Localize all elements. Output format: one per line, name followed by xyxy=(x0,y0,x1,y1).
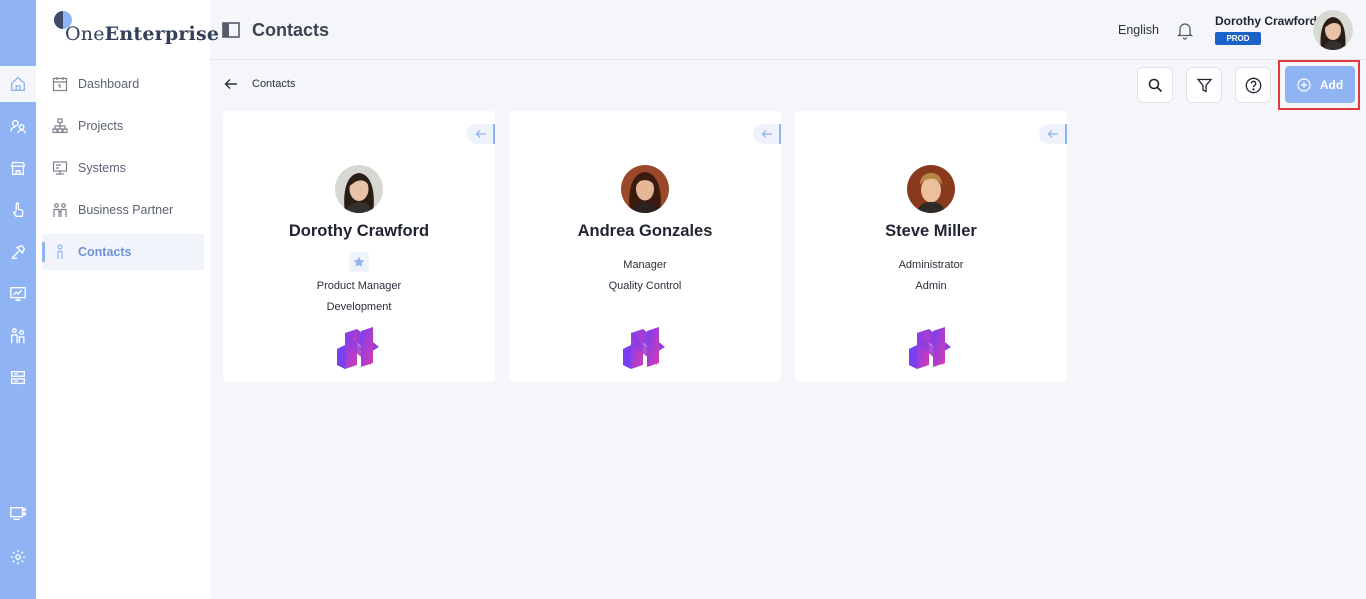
sidebar-item-projects[interactable]: Projects xyxy=(42,108,204,144)
icon-rail xyxy=(0,0,36,599)
card-collapse-button[interactable] xyxy=(753,124,781,144)
logo-text: OneEnterprise xyxy=(65,23,220,45)
rail-people-icon[interactable] xyxy=(0,318,36,354)
sidebar-item-label: Contacts xyxy=(78,245,132,259)
rail-hammer-icon[interactable] xyxy=(0,234,36,270)
calendar-icon xyxy=(52,77,68,92)
search-icon xyxy=(1148,78,1162,92)
environment-badge: PROD xyxy=(1215,32,1261,45)
sidebar: OneEnterprise Dashboard Projects Systems… xyxy=(36,0,219,599)
help-button[interactable] xyxy=(1235,67,1271,103)
sidebar-toggle-icon[interactable] xyxy=(222,22,240,38)
back-arrow-icon[interactable] xyxy=(224,77,238,91)
sidebar-item-dashboard[interactable]: Dashboard xyxy=(42,66,204,102)
contact-role: Manager xyxy=(623,259,667,271)
card-collapse-button[interactable] xyxy=(1039,124,1067,144)
filter-button[interactable] xyxy=(1186,67,1222,103)
rail-hand-icon[interactable] xyxy=(0,192,36,228)
arrow-left-icon xyxy=(761,130,772,138)
company-logo-icon xyxy=(623,327,665,369)
filter-icon xyxy=(1196,78,1212,93)
contact-avatar xyxy=(907,165,955,213)
contact-role: Administrator xyxy=(898,259,964,271)
sidebar-item-label: Dashboard xyxy=(78,77,140,91)
systems-icon xyxy=(52,161,68,175)
contact-department: Development xyxy=(326,301,392,313)
contact-department: Quality Control xyxy=(608,280,682,292)
arrow-left-icon xyxy=(1047,130,1058,138)
highlight-box xyxy=(1278,60,1360,110)
bell-icon[interactable] xyxy=(1175,20,1195,40)
sidebar-item-business-partner[interactable]: Business Partner xyxy=(42,192,204,228)
language-selector[interactable]: English xyxy=(1118,23,1159,37)
rail-monitor-chart-icon[interactable] xyxy=(0,276,36,312)
contact-role: Product Manager xyxy=(316,280,402,292)
search-button[interactable] xyxy=(1137,67,1173,103)
rail-server-icon[interactable] xyxy=(0,360,36,396)
contact-avatar xyxy=(335,165,383,213)
sidebar-item-label: Projects xyxy=(78,119,124,133)
contact-avatar xyxy=(621,165,669,213)
sidebar-item-label: Systems xyxy=(78,161,126,175)
rail-store-icon[interactable] xyxy=(0,150,36,186)
company-logo-icon xyxy=(909,327,951,369)
header: Contacts English Dorothy Crawford PROD xyxy=(210,0,1366,60)
contact-card[interactable]: Dorothy Crawford Product Manager Develop… xyxy=(223,111,495,382)
favorite-star-button[interactable] xyxy=(349,252,369,272)
sidebar-item-contacts[interactable]: Contacts xyxy=(42,234,204,270)
sidebar-item-systems[interactable]: Systems xyxy=(42,150,204,186)
rail-settings-icon[interactable] xyxy=(0,539,36,575)
contact-card[interactable]: Steve Miller Administrator Admin xyxy=(795,111,1067,382)
sitemap-icon xyxy=(52,118,68,134)
user-name[interactable]: Dorothy Crawford xyxy=(1215,14,1317,28)
contact-name: Andrea Gonzales xyxy=(577,222,713,240)
rail-users-icon[interactable] xyxy=(0,108,36,144)
breadcrumb[interactable]: Contacts xyxy=(252,78,295,90)
person-icon xyxy=(57,244,63,259)
contact-department: Admin xyxy=(915,280,947,292)
avatar[interactable] xyxy=(1313,10,1353,50)
rail-home-icon[interactable] xyxy=(0,66,36,102)
app-logo[interactable]: OneEnterprise xyxy=(52,9,219,49)
company-logo-icon xyxy=(337,327,379,369)
star-icon xyxy=(353,256,365,267)
page-title: Contacts xyxy=(252,20,330,40)
card-collapse-button[interactable] xyxy=(467,124,495,144)
rail-monitor-grid-icon[interactable] xyxy=(0,496,36,532)
contact-name: Dorothy Crawford xyxy=(288,222,430,240)
contact-name: Steve Miller xyxy=(885,222,977,240)
help-icon xyxy=(1245,77,1261,93)
contact-card[interactable]: Andrea Gonzales Manager Quality Control xyxy=(509,111,781,382)
partners-icon xyxy=(53,203,67,217)
arrow-left-icon xyxy=(475,130,486,138)
sidebar-item-label: Business Partner xyxy=(78,203,174,217)
